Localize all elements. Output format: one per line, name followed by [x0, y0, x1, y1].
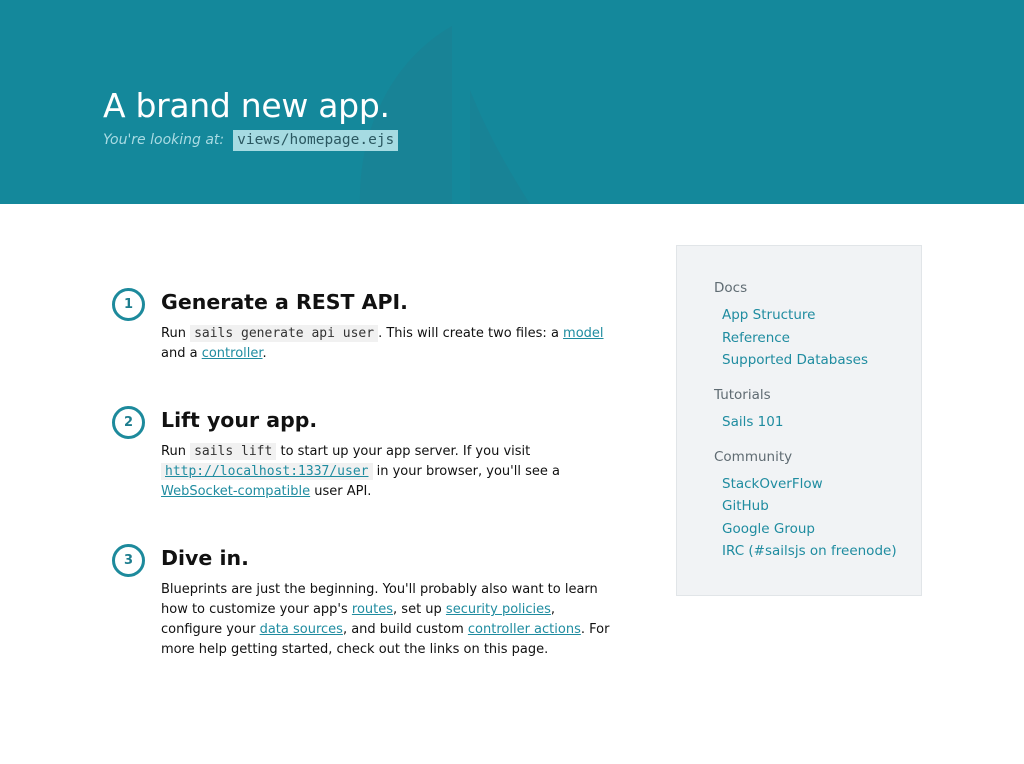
step-text: to start up your app server. If you visi… — [276, 444, 531, 459]
step-number-badge: 3 — [112, 544, 145, 577]
sidebar-heading-community: Community — [714, 449, 793, 465]
sidebar-link-stackoverflow[interactable]: StackOverFlow — [722, 476, 823, 492]
step-title: Dive in. — [161, 546, 249, 570]
localhost-url-code: http://localhost:1337/user — [161, 463, 373, 480]
security-policies-link[interactable]: security policies — [446, 602, 551, 617]
controller-actions-link[interactable]: controller actions — [468, 622, 581, 637]
page-title: A brand new app. — [103, 86, 390, 125]
step-text: Run — [161, 326, 191, 341]
step-description: Run sails generate api user. This will c… — [161, 324, 611, 364]
view-file-path: views/homepage.ejs — [233, 129, 399, 151]
sidebar-link-sails-101[interactable]: Sails 101 — [722, 414, 783, 430]
step-title: Generate a REST API. — [161, 290, 408, 314]
routes-link[interactable]: routes — [352, 602, 393, 617]
sidebar-link-app-structure[interactable]: App Structure — [722, 307, 815, 323]
sidebar-link-supported-databases[interactable]: Supported Databases — [722, 352, 868, 368]
step-number-badge: 1 — [112, 288, 145, 321]
controller-link[interactable]: controller — [202, 346, 263, 361]
sidebar-heading-tutorials: Tutorials — [714, 387, 771, 403]
sidebar-link-reference[interactable]: Reference — [722, 330, 790, 346]
step-number-badge: 2 — [112, 406, 145, 439]
command-code: sails lift — [190, 443, 277, 460]
step-text: and a — [161, 346, 202, 361]
step-description: Blueprints are just the beginning. You'l… — [161, 580, 611, 660]
step-text: . This will create two files: a — [378, 326, 564, 341]
current-view-info: You're looking at: views/homepage.ejs — [103, 129, 399, 151]
step-text: Run — [161, 444, 191, 459]
looking-at-label: You're looking at: — [103, 132, 225, 148]
step-text: in your browser, you'll see a — [372, 464, 560, 479]
model-link[interactable]: model — [563, 326, 603, 341]
hero-banner: A brand new app. You're looking at: view… — [0, 0, 1024, 204]
step-description: Run sails lift to start up your app serv… — [161, 442, 611, 502]
localhost-user-link[interactable]: http://localhost:1337/user — [161, 463, 373, 480]
step-title: Lift your app. — [161, 408, 318, 432]
sidebar-link-google-group[interactable]: Google Group — [722, 521, 815, 537]
data-sources-link[interactable]: data sources — [260, 622, 343, 637]
sidebar-link-irc[interactable]: IRC (#sailsjs on freenode) — [722, 543, 897, 559]
websocket-compatible-link[interactable]: WebSocket-compatible — [161, 484, 310, 499]
step-text: . — [262, 346, 267, 361]
step-text: , set up — [393, 602, 446, 617]
sidebar-heading-docs: Docs — [714, 280, 748, 296]
sidebar-link-github[interactable]: GitHub — [722, 498, 769, 514]
resources-sidebar: Docs App Structure Reference Supported D… — [676, 245, 922, 596]
step-text: user API. — [310, 484, 372, 499]
command-code: sails generate api user — [190, 325, 379, 342]
step-text: , and build custom — [342, 622, 468, 637]
